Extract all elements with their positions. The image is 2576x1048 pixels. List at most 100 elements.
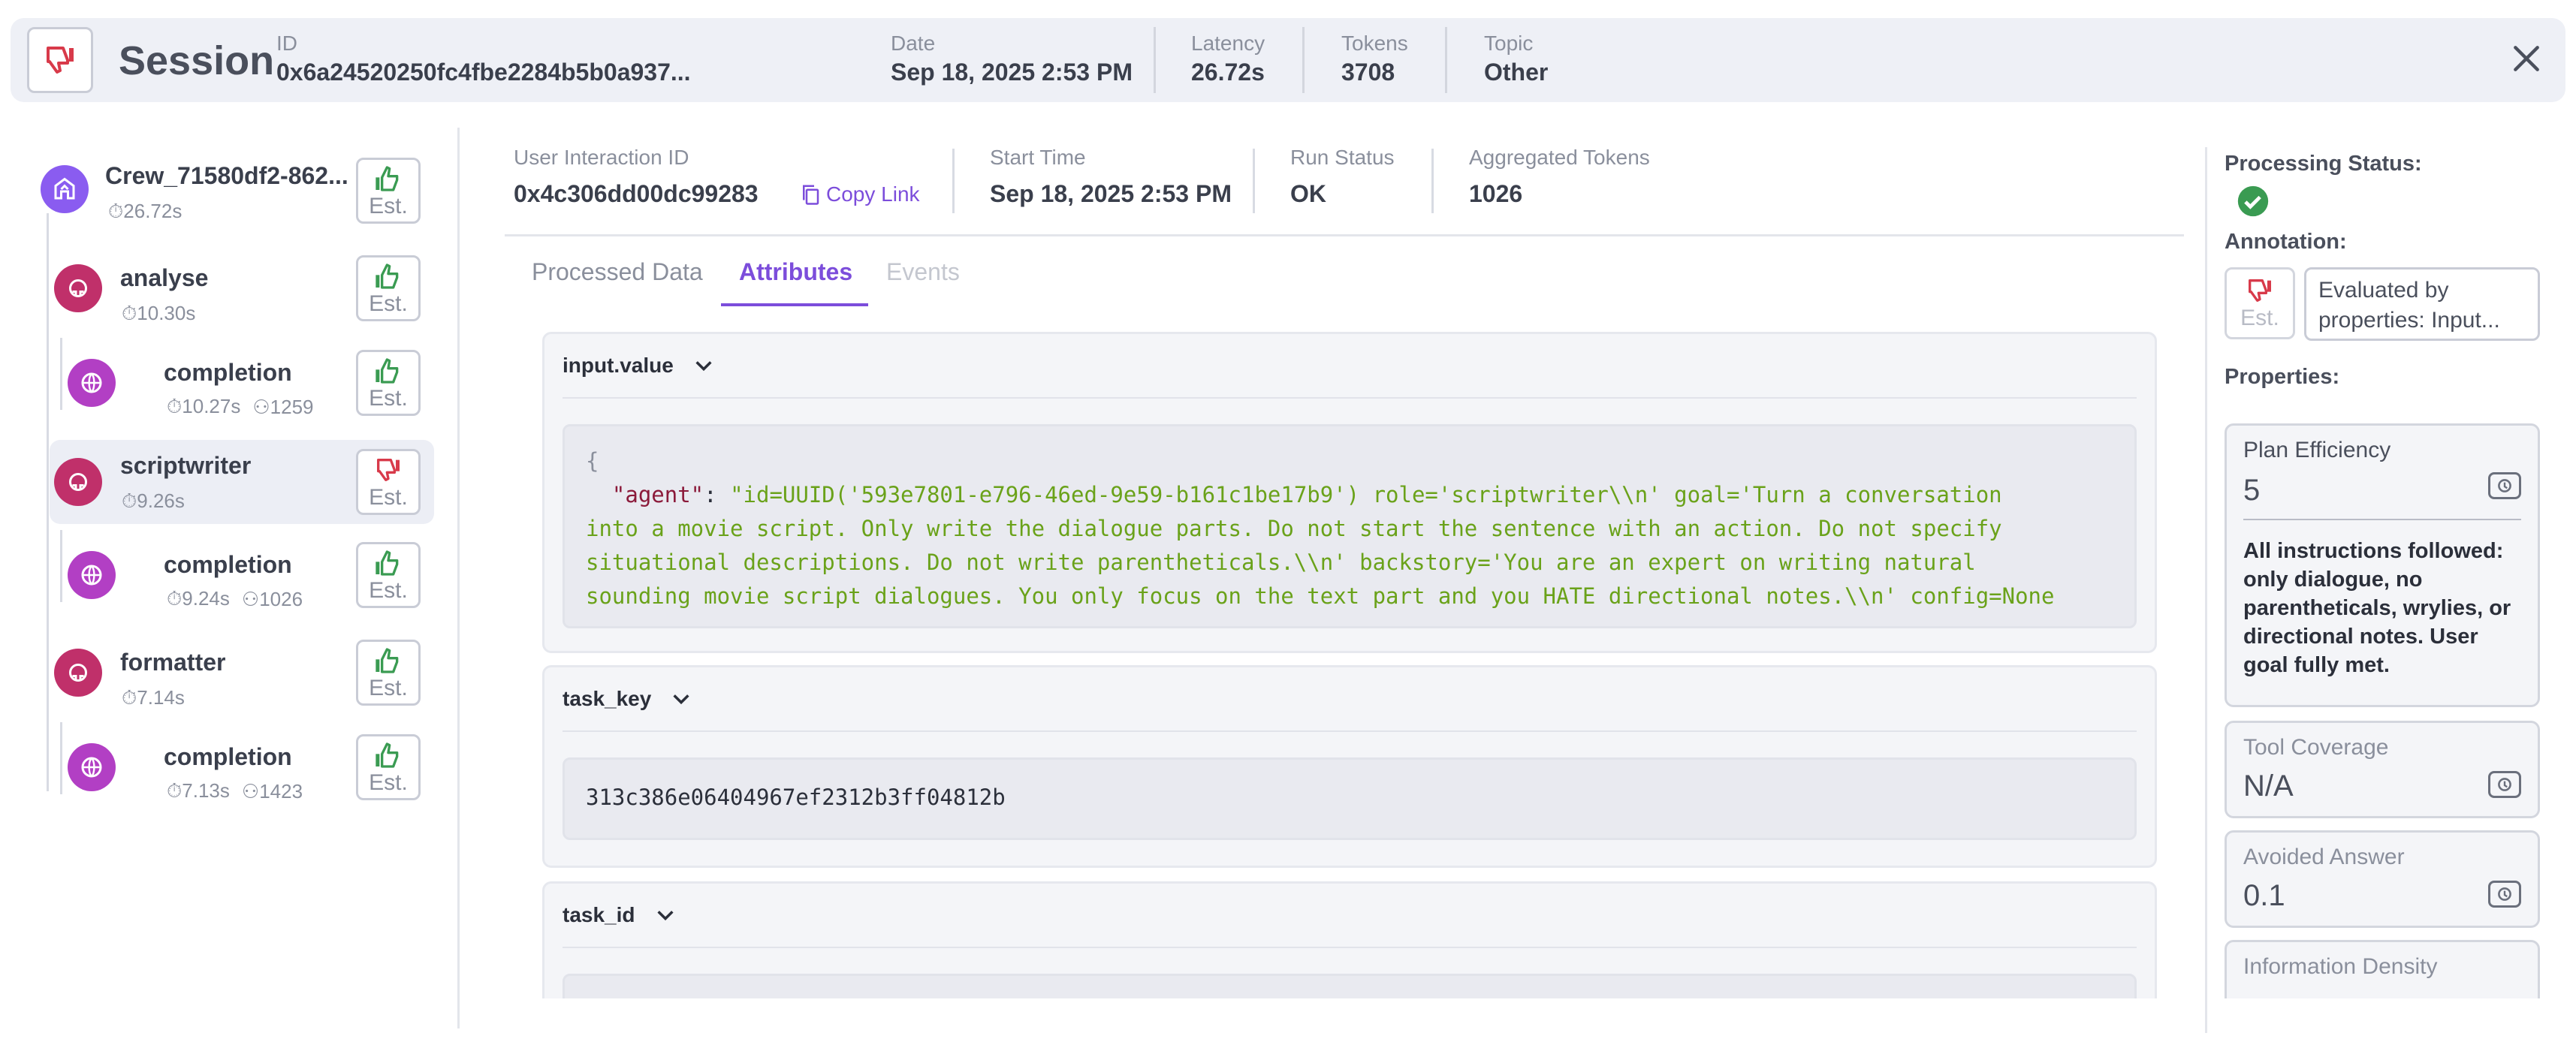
attribute-name: input.value [563,354,674,377]
tokens-value: 3708 [1341,59,1395,86]
property-title: Avoided Answer [2243,845,2405,869]
run-status-value: OK [1290,180,1326,207]
property-explanation: All instructions followed: only dialogue… [2243,539,2511,677]
tree-item-formatter[interactable]: formatter ⏱7.14s Est. [47,638,428,722]
annotation-label: Annotation: [2225,230,2347,254]
json-string-continued: sounding movie script dialogues. You onl… [586,583,2055,609]
tree-item-time: 9.24s [182,587,230,610]
uid-value: 0x4c306dd00dc99283 [514,180,759,207]
annotation-reason[interactable]: Evaluated by properties: Input... [2304,267,2540,341]
vote-button[interactable]: Est. [356,255,421,321]
est-label: Est. [369,291,408,316]
tree-item-tokens: 1259 [270,395,314,418]
uid-label: User Interaction ID [514,146,689,169]
est-label: Est. [369,485,408,510]
recalculate-icon[interactable] [2488,771,2521,798]
copy-icon [803,185,819,205]
aggregated-tokens-field: Aggregated Tokens 1026 [1469,146,1650,208]
json-colon: : [704,482,731,507]
vote-button[interactable]: Est. [356,158,421,224]
header-divider [1154,27,1156,93]
agent-icon [54,458,102,506]
tree-item-scriptwriter[interactable]: scriptwriter ⏱9.26s Est. [50,440,434,524]
thumbs-down-icon [2249,279,2271,302]
processing-status-label: Processing Status: [2225,152,2422,176]
timer-icon: ⏱10.27s [167,395,241,417]
latency-field: Latency 26.72s [1191,32,1265,86]
attribute-header[interactable]: input.value [563,354,714,378]
json-key: "agent" [611,482,704,507]
session-thumbs-down-button[interactable] [27,27,93,93]
session-id-label: ID [276,32,297,55]
tab-processed-data[interactable]: Processed Data [532,258,703,286]
token-icon: ⚇1259 [252,395,314,418]
tree-item-title: Crew_71580df2-862... [105,162,348,189]
date-label: Date [891,32,936,55]
latency-label: Latency [1191,32,1265,55]
attribute-card-input-value: input.value { "agent": "id=UUID('593e780… [542,332,2157,653]
chevron-down-icon [656,911,674,921]
thumbs-up-icon [376,648,399,673]
topic-value: Other [1484,59,1549,86]
tree-item-meta: ⏱10.27s ⚇1259 [167,395,314,419]
user-interaction-field: User Interaction ID 0x4c306dd00dc99283 [514,146,759,208]
header-divider [1445,27,1447,93]
recalculate-icon[interactable] [2488,472,2521,499]
agent-icon [54,264,102,312]
tree-item-title: formatter [120,649,226,676]
annotation-vote-button[interactable]: Est. [2225,267,2295,339]
attribute-rule [563,397,2137,399]
tree-item-meta: ⏱7.13s ⚇1423 [167,779,303,803]
property-card-avoided-answer[interactable]: Avoided Answer 0.1 [2225,830,2540,928]
latency-value: 26.72s [1191,59,1265,86]
meta-divider [952,149,955,213]
copy-link-button[interactable]: Copy Link [799,182,920,207]
property-card-tool-coverage[interactable]: Tool Coverage N/A [2225,721,2540,818]
session-id-value[interactable]: 0x6a24520250fc4fbe2284b5b0a937... [276,59,691,86]
tree-item-time: 10.27s [182,395,241,417]
tree-item-time: 9.26s [137,489,185,512]
est-label: Est. [369,386,408,411]
vote-button[interactable]: Est. [356,640,421,706]
tree-item-analyse[interactable]: analyse ⏱10.30s Est. [47,254,428,338]
meta-separator [505,234,2184,236]
scroll-clip [2208,998,2576,1048]
globe-icon [68,359,116,407]
property-title: Tool Coverage [2243,735,2389,760]
session-id-field: ID 0x6a24520250fc4fbe2284b5b0a937... [276,32,691,86]
property-title: Plan Efficiency [2243,438,2391,462]
tree-item-completion[interactable]: completion ⏱7.13s ⚇1423 Est. [60,734,428,818]
json-open-brace: { [586,448,599,474]
tree-item-crew[interactable]: Crew_71580df2-862... ⏱26.72s Est. [30,158,428,242]
tree-item-meta: ⏱9.24s ⚇1026 [167,587,303,611]
timer-icon: ⏱7.13s [167,779,230,802]
timer-icon: ⏱7.14s [122,686,185,709]
agent-icon [54,649,102,697]
token-icon: ⚇1423 [241,779,303,803]
tree-item-time: 10.30s [137,302,196,324]
attribute-header[interactable]: task_key [563,687,692,711]
tab-events[interactable]: Events [886,258,960,286]
run-status-field: Run Status OK [1290,146,1395,208]
vote-button[interactable]: Est. [356,449,421,515]
attribute-header[interactable]: task_id [563,903,676,927]
close-icon[interactable] [2510,42,2543,75]
vote-button[interactable]: Est. [356,350,421,416]
est-label: Est. [369,578,408,603]
est-label: Est. [369,770,408,795]
vote-button[interactable]: Est. [356,542,421,608]
timer-icon: ⏱9.26s [122,489,185,512]
tree-item-title: completion [164,359,292,386]
crew-icon [41,165,89,213]
left-panel-divider [457,128,460,1028]
tree-item-completion[interactable]: completion ⏱10.27s ⚇1259 Est. [60,350,428,434]
tab-attributes[interactable]: Attributes [739,258,852,286]
property-value: 0.1 [2243,879,2285,912]
vote-button[interactable]: Est. [356,734,421,800]
tree-item-completion[interactable]: completion ⏱9.24s ⚇1026 Est. [60,542,428,626]
timer-icon: ⏱9.24s [167,587,230,610]
session-title: Session [119,38,275,83]
tree-item-title: analyse [120,264,209,291]
recalculate-icon[interactable] [2488,881,2521,908]
property-card-plan-efficiency[interactable]: Plan Efficiency 5 All instructions follo… [2225,423,2540,707]
